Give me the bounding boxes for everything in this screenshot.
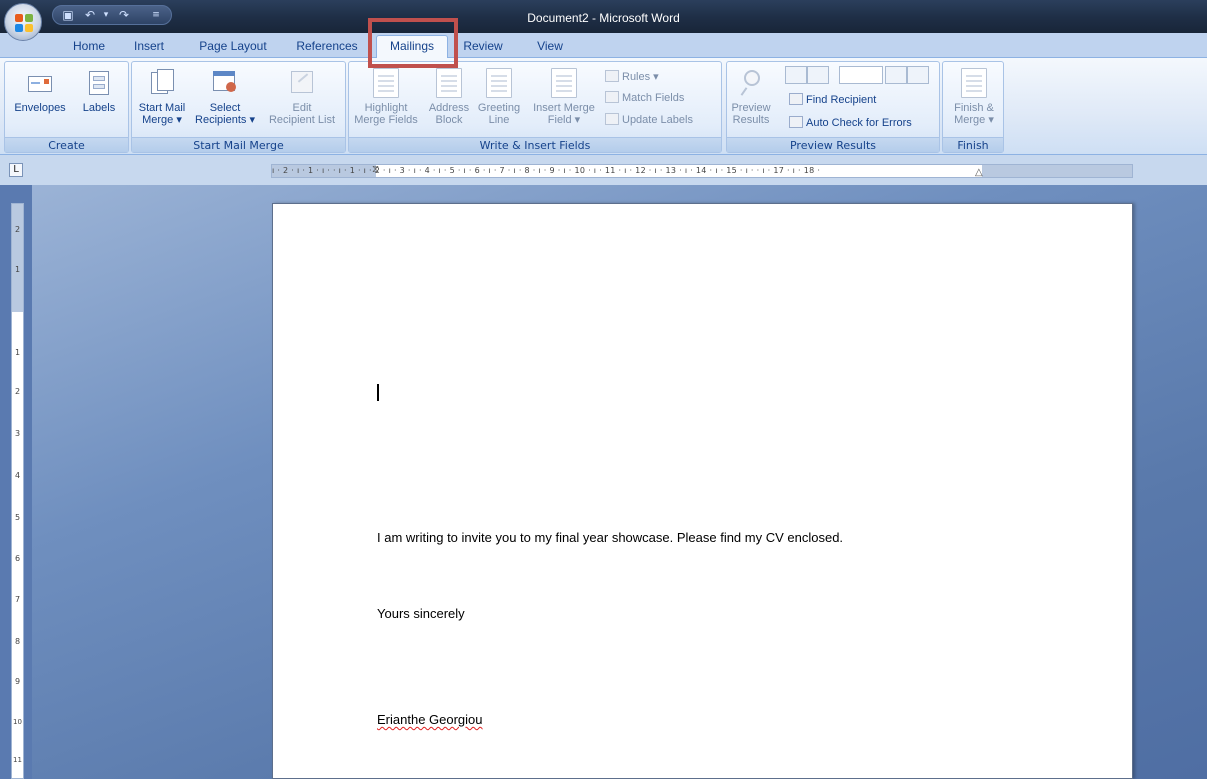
closing-line[interactable]: Yours sincerely bbox=[377, 606, 465, 621]
save-icon[interactable]: ▣ bbox=[61, 9, 75, 22]
redo-icon[interactable]: ↷ bbox=[117, 9, 131, 22]
group-write-insert-fields: Highlight Merge Fields Address Block Gre… bbox=[348, 61, 722, 153]
tab-review[interactable]: Review bbox=[460, 38, 506, 58]
preview-magnifier-icon bbox=[738, 68, 764, 98]
find-recipient-button[interactable]: Find Recipient bbox=[789, 92, 876, 108]
group-create: Envelopes Labels Create bbox=[4, 61, 129, 153]
tab-home[interactable]: Home bbox=[64, 38, 114, 58]
update-labels-button[interactable]: Update Labels bbox=[605, 112, 693, 128]
office-logo-icon bbox=[15, 14, 33, 32]
ruler-bar: L ı · 2 · ı · 1 · ı · · ı · 1 · ı · 2 · … bbox=[0, 155, 1207, 185]
greeting-line-button[interactable]: Greeting Line bbox=[473, 68, 525, 126]
quick-access-toolbar: ▣ ↶ ▾ ↷ ≡ bbox=[52, 5, 172, 25]
horizontal-ruler-scale: ı · 2 · ı · 1 · ı · · ı · 1 · ı · 2 · ı … bbox=[272, 166, 821, 175]
first-line-indent-marker[interactable]: ⧖ bbox=[372, 165, 379, 175]
undo-dropdown-icon[interactable]: ▾ bbox=[99, 9, 113, 22]
group-preview-results: Preview Results Find Recipient Auto Chec… bbox=[726, 61, 940, 153]
check-errors-icon bbox=[789, 116, 803, 128]
document-page[interactable]: I am writing to invite you to my final y… bbox=[272, 203, 1133, 779]
select-recipients-button[interactable]: Select Recipients ▾ bbox=[192, 68, 258, 126]
greeting-line-icon bbox=[486, 68, 512, 98]
window-title: Document2 - Microsoft Word bbox=[527, 11, 680, 25]
labels-icon bbox=[86, 68, 112, 98]
start-mail-merge-button[interactable]: Start Mail Merge ▾ bbox=[134, 68, 190, 126]
rules-icon bbox=[605, 70, 619, 82]
undo-icon[interactable]: ↶ bbox=[83, 9, 97, 22]
match-fields-button[interactable]: Match Fields bbox=[605, 90, 684, 106]
labels-button[interactable]: Labels bbox=[75, 68, 123, 114]
mailings-tab-highlight bbox=[368, 18, 458, 68]
envelopes-button[interactable]: Envelopes bbox=[9, 68, 71, 114]
tab-references[interactable]: References bbox=[290, 38, 364, 58]
tab-page-layout[interactable]: Page Layout bbox=[193, 38, 273, 58]
tab-stop-selector[interactable]: L bbox=[9, 163, 23, 177]
group-finish-label: Finish bbox=[943, 137, 1003, 152]
finish-merge-button[interactable]: Finish & Merge ▾ bbox=[947, 68, 1001, 126]
group-finish: Finish & Merge ▾ Finish bbox=[942, 61, 1004, 153]
right-indent-marker[interactable]: △ bbox=[975, 167, 983, 177]
highlight-merge-fields-button[interactable]: Highlight Merge Fields bbox=[353, 68, 419, 126]
office-button[interactable] bbox=[4, 3, 42, 41]
find-recipient-icon bbox=[789, 93, 803, 105]
body-paragraph[interactable]: I am writing to invite you to my final y… bbox=[377, 530, 843, 545]
envelope-icon bbox=[27, 68, 53, 98]
auto-check-errors-button[interactable]: Auto Check for Errors bbox=[789, 115, 912, 131]
insert-merge-field-icon bbox=[551, 68, 577, 98]
highlight-fields-icon bbox=[373, 68, 399, 98]
title-bar: Document2 - Microsoft Word ▣ ↶ ▾ ↷ ≡ bbox=[0, 0, 1207, 33]
first-record-button[interactable] bbox=[785, 66, 807, 84]
horizontal-ruler[interactable]: ı · 2 · ı · 1 · ı · · ı · 1 · ı · 2 · ı … bbox=[271, 164, 1133, 178]
group-start-mail-merge-label: Start Mail Merge bbox=[132, 137, 345, 152]
group-preview-results-label: Preview Results bbox=[727, 137, 939, 152]
customize-qat-icon[interactable]: ≡ bbox=[149, 9, 163, 22]
preview-results-button[interactable]: Preview Results bbox=[729, 68, 773, 126]
finish-merge-icon bbox=[961, 68, 987, 98]
group-create-label: Create bbox=[5, 137, 128, 152]
ribbon: Envelopes Labels Create Start Mail Merge… bbox=[0, 58, 1207, 155]
group-write-insert-label: Write & Insert Fields bbox=[349, 137, 721, 152]
vertical-ruler[interactable]: 2 1 1 2 3 4 5 6 7 8 9 10 11 bbox=[11, 203, 24, 779]
update-labels-icon bbox=[605, 113, 619, 125]
next-record-button[interactable] bbox=[885, 66, 907, 84]
rules-button[interactable]: Rules ▾ bbox=[605, 69, 659, 85]
previous-record-button[interactable] bbox=[807, 66, 829, 84]
start-mail-merge-icon bbox=[149, 68, 175, 98]
text-cursor bbox=[377, 384, 379, 401]
match-fields-icon bbox=[605, 91, 619, 103]
insert-merge-field-button[interactable]: Insert Merge Field ▾ bbox=[529, 68, 599, 126]
group-start-mail-merge: Start Mail Merge ▾ Select Recipients ▾ E… bbox=[131, 61, 346, 153]
tab-insert[interactable]: Insert bbox=[128, 38, 170, 58]
address-block-icon bbox=[436, 68, 462, 98]
address-block-button[interactable]: Address Block bbox=[427, 68, 471, 126]
edit-recipient-list-button[interactable]: Edit Recipient List bbox=[260, 68, 344, 126]
record-number-input[interactable] bbox=[839, 66, 883, 84]
signature-line[interactable]: Erianthe Georgiou bbox=[377, 712, 483, 727]
edit-list-icon bbox=[289, 68, 315, 98]
tab-view[interactable]: View bbox=[530, 38, 570, 58]
recipients-icon bbox=[212, 68, 238, 98]
last-record-button[interactable] bbox=[907, 66, 929, 84]
ribbon-tab-bar: Home Insert Page Layout References Maili… bbox=[0, 33, 1207, 59]
